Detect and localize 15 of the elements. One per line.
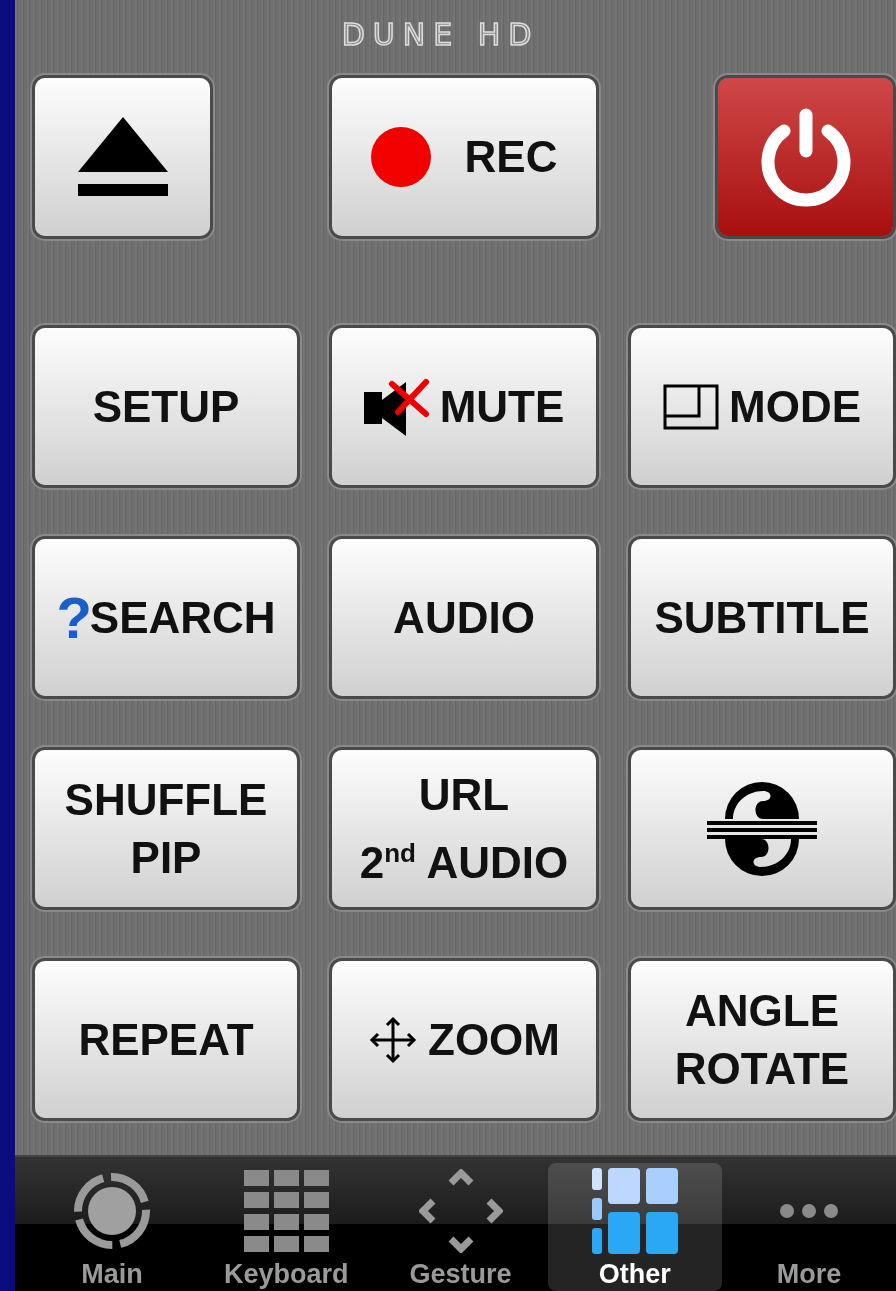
tab[interactable]: Gesture [373,1163,548,1291]
more-dots-icon [778,1203,839,1219]
ring-icon [72,1171,153,1251]
record-icon [370,127,431,187]
keypad-grid-icon [243,1170,329,1252]
window-mode-icon [663,383,719,430]
eject-icon [77,117,168,197]
tiles-icon [591,1168,678,1254]
tab[interactable]: More [721,1163,896,1291]
tab[interactable]: Other [547,1163,722,1291]
tab[interactable]: Main [25,1163,200,1291]
logo: DUNE HD [341,18,540,52]
muted-speaker-icon [363,377,430,436]
four-way-arrow-icon [368,1014,418,1065]
tab[interactable]: Keyboard [199,1163,374,1291]
